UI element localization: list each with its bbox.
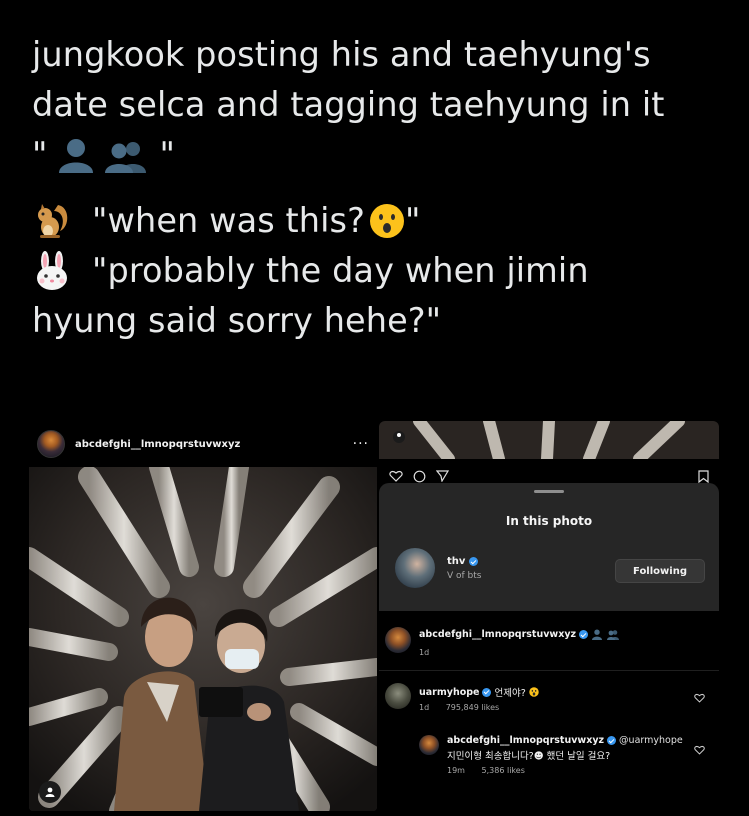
comment-time: 1d [419, 703, 430, 712]
comment-time: 19m [447, 766, 465, 775]
comment-time: 1d [419, 648, 430, 657]
quote-close: " [159, 135, 176, 174]
like-icon[interactable] [389, 470, 403, 482]
share-icon[interactable] [436, 470, 449, 482]
in-this-photo-sheet: In this photo thv V of bts Following [379, 483, 719, 611]
quote-1-text: "when was this? [92, 201, 365, 240]
comment-likes[interactable]: 795,849 likes [446, 703, 500, 712]
tagged-user-name[interactable]: thv [447, 556, 479, 567]
avatar[interactable] [37, 430, 65, 458]
comment-meta: 1d 795,849 likes [419, 703, 513, 712]
squirrel-emoji [38, 204, 68, 238]
comment-author[interactable]: abcdefghi__lmnopqrstuvwxyz @uarmyhope [447, 735, 683, 746]
avatar[interactable] [385, 627, 411, 653]
tweet-line-3: " " [32, 130, 732, 180]
comment-meta: 19m 5,386 likes [447, 766, 539, 775]
verified-badge-icon [579, 630, 589, 639]
sheet-title: In this photo [505, 514, 593, 528]
busts-in-silhouette-emoji [607, 630, 620, 640]
quote-2-text-1: "probably the day when jimin [92, 251, 589, 290]
comment-meta: 1d [419, 648, 443, 657]
post-username[interactable]: abcdefghi__lmnopqrstuvwxyz [75, 439, 240, 450]
post-photo[interactable] [29, 467, 377, 811]
caption-comment: abcdefghi__lmnopqrstuvwxyz 1d [379, 621, 719, 671]
instagram-post-screenshot: abcdefghi__lmnopqrstuvwxyz ··· [29, 421, 377, 811]
comment-like-icon[interactable] [694, 693, 705, 703]
comment-like-icon[interactable] [694, 745, 705, 755]
avatar[interactable] [385, 683, 411, 709]
sheet-drag-handle[interactable] [534, 490, 564, 493]
tweet-quote-2-line-2: hyung said sorry hehe?" [32, 301, 442, 340]
quote-open: " [32, 135, 48, 174]
comment-icon[interactable] [413, 470, 426, 483]
comment-username[interactable]: uarmyhope [419, 687, 479, 698]
following-button[interactable]: Following [615, 559, 705, 583]
comment-username[interactable]: abcdefghi__lmnopqrstuvwxyz [419, 629, 576, 640]
comment-text: 언제야? [494, 688, 526, 699]
bust-in-silhouette-emoji [58, 139, 93, 173]
divider [379, 670, 719, 671]
comment-mention[interactable]: @uarmyhope [619, 735, 683, 746]
hushed-face-emoji [529, 687, 539, 697]
tweet-quote-1: "when was this? " [32, 196, 732, 246]
tweet-line-1: jungkook posting his and taehyung's [32, 35, 651, 74]
comment-author[interactable]: abcdefghi__lmnopqrstuvwxyz [419, 629, 620, 640]
bust-in-silhouette-emoji [592, 629, 603, 640]
tagged-user-handle[interactable]: thv [447, 556, 465, 567]
comment-uarmyhope: uarmyhope 언제야? 1d 795,849 likes [379, 679, 719, 725]
tweet-line-2: date selca and tagging taehyung in it [32, 85, 665, 124]
comment-reply: abcdefghi__lmnopqrstuvwxyz @uarmyhope 지민… [379, 729, 719, 789]
tagged-user-avatar[interactable] [393, 546, 437, 590]
rabbit-face-emoji [37, 251, 67, 290]
hushed-face-emoji [369, 204, 404, 238]
comment-likes[interactable]: 5,386 likes [482, 766, 525, 775]
comment-author[interactable]: uarmyhope 언제야? [419, 685, 539, 699]
photo-strip [379, 421, 719, 459]
tweet-text: jungkook posting his and taehyung's date… [32, 30, 732, 346]
tagged-user-subtitle: V of bts [447, 571, 482, 581]
comment-text: 지민이형 최송합니다?☻ 했던 날일 걸요? [447, 751, 611, 762]
more-options-icon[interactable]: ··· [353, 436, 369, 452]
verified-badge-icon [482, 687, 492, 697]
comment-username[interactable]: abcdefghi__lmnopqrstuvwxyz [447, 735, 604, 746]
avatar[interactable] [419, 735, 439, 755]
post-header: abcdefghi__lmnopqrstuvwxyz ··· [29, 421, 377, 467]
selca-photo-illustration [29, 467, 377, 811]
save-icon[interactable] [698, 469, 709, 483]
verified-badge-icon [607, 736, 617, 745]
quote-1-end: " [404, 201, 421, 240]
busts-in-silhouette-emoji [104, 142, 146, 173]
tagged-person-icon[interactable] [39, 781, 61, 803]
tweet-quote-2: "probably the day when jimin [32, 246, 732, 296]
comment-text-row: 지민이형 최송합니다?☻ 했던 날일 걸요? [447, 748, 610, 762]
instagram-tags-screenshot: In this photo thv V of bts Following abc… [379, 421, 719, 816]
verified-badge-icon [469, 557, 479, 566]
